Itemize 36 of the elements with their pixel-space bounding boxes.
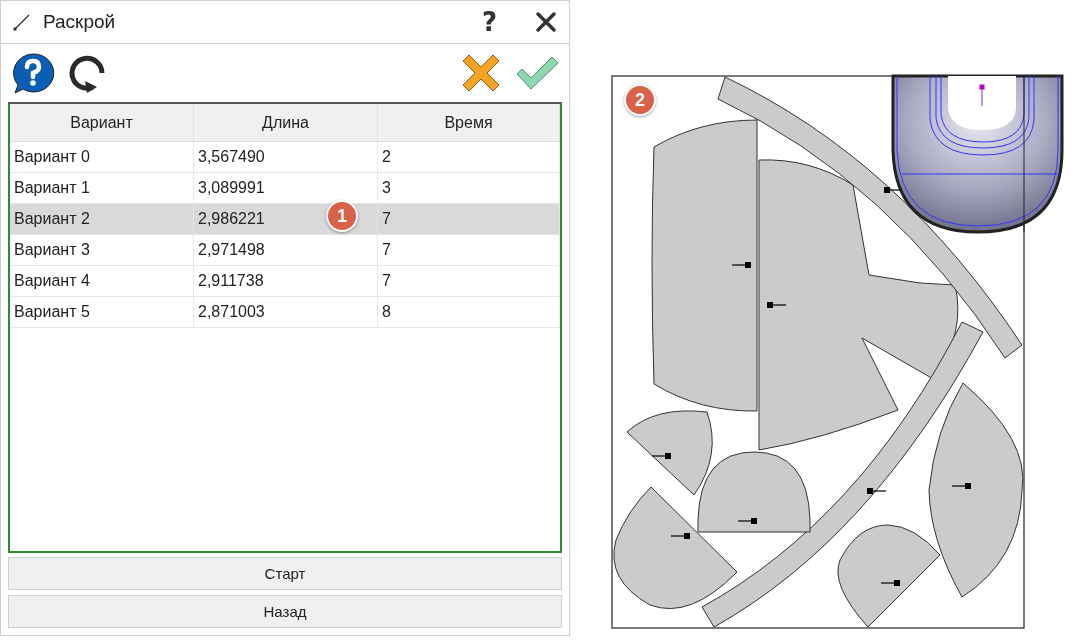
table-cell: Вариант 4 xyxy=(14,272,90,290)
table-row[interactable]: Вариант 4 2,911738 7 xyxy=(10,266,560,297)
table-cell: 2,871003 xyxy=(198,303,265,321)
close-button[interactable] xyxy=(535,11,557,33)
table-cell: 2,911738 xyxy=(198,272,264,290)
table-cell: 8 xyxy=(382,303,391,321)
back-button[interactable]: Назад xyxy=(8,595,562,628)
table-row[interactable]: Вариант 0 3,567490 2 xyxy=(10,142,560,173)
window-title: Раскрой xyxy=(43,11,117,33)
table-cell: Вариант 5 xyxy=(14,303,90,321)
table-cell: Вариант 1 xyxy=(14,179,90,197)
table-cell: Вариант 0 xyxy=(14,148,90,166)
table-row[interactable]: Вариант 3 2,971498 7 xyxy=(10,235,560,266)
column-header[interactable]: Вариант xyxy=(10,104,194,142)
column-header[interactable]: Длина xyxy=(194,104,378,142)
help-button[interactable]: ? xyxy=(481,7,497,37)
table-cell: 7 xyxy=(382,210,391,228)
table-cell: 3,089991 xyxy=(198,179,265,197)
confirm-icon[interactable] xyxy=(515,56,559,90)
table-cell: Вариант 3 xyxy=(14,241,90,259)
table-cell: 7 xyxy=(382,272,391,290)
refresh-icon[interactable] xyxy=(69,53,107,93)
diagonal-line-icon xyxy=(13,13,31,31)
table-cell: 7 xyxy=(382,241,391,259)
table-cell: 3 xyxy=(382,179,391,197)
table-cell: 2,986221 xyxy=(198,210,265,228)
table-cell: 3,567490 xyxy=(198,148,265,166)
table-cell: 2 xyxy=(382,148,391,166)
help-icon[interactable] xyxy=(11,52,55,94)
table-cell: Вариант 2 xyxy=(14,210,90,228)
table-cell: 2,971498 xyxy=(198,241,265,259)
table-row[interactable]: Вариант 5 2,871003 8 xyxy=(10,297,560,328)
start-button[interactable]: Старт xyxy=(8,557,562,590)
cancel-icon[interactable] xyxy=(461,53,501,93)
table-row[interactable]: Вариант 1 3,089991 3 xyxy=(10,173,560,204)
column-header[interactable]: Время xyxy=(378,104,560,142)
